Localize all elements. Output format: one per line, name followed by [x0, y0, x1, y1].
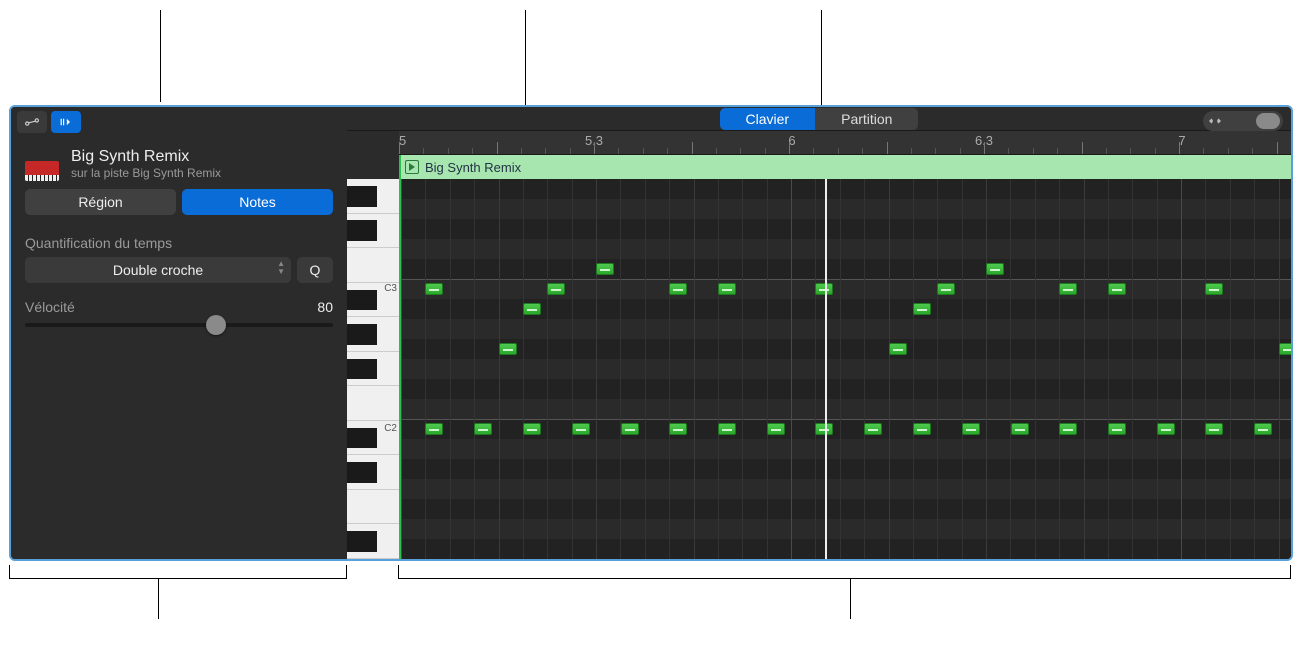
callout-bracket	[9, 565, 347, 579]
callout-line	[850, 579, 851, 619]
track-title: Big Synth Remix	[71, 148, 221, 166]
region-play-icon	[405, 160, 419, 174]
midi-note[interactable]	[986, 263, 1004, 275]
midi-note[interactable]	[669, 423, 687, 435]
midi-note[interactable]	[913, 303, 931, 315]
midi-note[interactable]	[523, 423, 541, 435]
midi-note[interactable]	[1205, 423, 1223, 435]
velocity-label: Vélocité	[25, 299, 75, 315]
instrument-icon	[25, 147, 59, 181]
inspector-tabs: Région Notes	[11, 189, 347, 215]
velocity-value: 80	[317, 299, 333, 315]
automation-toggle-button[interactable]	[17, 111, 47, 133]
octave-label: C2	[384, 423, 397, 434]
slider-thumb[interactable]	[206, 315, 226, 335]
editor-toolbar: Clavier Partition	[347, 107, 1291, 131]
midi-note[interactable]	[1157, 423, 1175, 435]
midi-note[interactable]	[1108, 283, 1126, 295]
view-keyboard[interactable]: Clavier	[720, 108, 816, 130]
octave-label: C3	[384, 283, 397, 294]
region-name: Big Synth Remix	[425, 160, 521, 175]
track-info: Big Synth Remix sur la piste Big Synth R…	[11, 137, 347, 189]
callout-bracket	[398, 565, 1291, 579]
inspector-toolbar	[11, 107, 347, 137]
midi-note[interactable]	[1059, 283, 1077, 295]
tab-region[interactable]: Région	[25, 189, 176, 215]
midi-note[interactable]	[962, 423, 980, 435]
playhead[interactable]	[825, 179, 827, 559]
zoom-thumb[interactable]	[1256, 113, 1280, 129]
piano-roll-editor: Big Synth Remix sur la piste Big Synth R…	[9, 105, 1293, 561]
midi-note[interactable]	[718, 283, 736, 295]
piano-keyboard[interactable]: C3 C2	[347, 179, 399, 559]
midi-note[interactable]	[1254, 423, 1272, 435]
midi-note[interactable]	[864, 423, 882, 435]
midi-note[interactable]	[1279, 343, 1291, 355]
callout-line	[160, 10, 161, 102]
ruler-label: 5	[399, 133, 406, 148]
midi-note[interactable]	[1011, 423, 1029, 435]
midi-note[interactable]	[889, 343, 907, 355]
midi-note[interactable]	[937, 283, 955, 295]
velocity-slider[interactable]	[25, 323, 333, 327]
track-subtitle: sur la piste Big Synth Remix	[71, 166, 221, 180]
midi-note[interactable]	[669, 283, 687, 295]
midi-note[interactable]	[913, 423, 931, 435]
note-grid[interactable]	[399, 179, 1291, 559]
midi-note[interactable]	[767, 423, 785, 435]
quantize-select[interactable]: Double croche ▲▼	[25, 257, 291, 283]
view-switcher: Clavier Partition	[720, 108, 919, 130]
time-ruler[interactable]: 55.366.37	[399, 131, 1291, 155]
midi-note[interactable]	[572, 423, 590, 435]
midi-note[interactable]	[547, 283, 565, 295]
callout-line	[158, 579, 159, 619]
quantize-value: Double croche	[113, 262, 203, 278]
midi-note[interactable]	[523, 303, 541, 315]
horizontal-zoom[interactable]	[1203, 111, 1283, 131]
midi-note[interactable]	[596, 263, 614, 275]
midi-note[interactable]	[1059, 423, 1077, 435]
region-header[interactable]: Big Synth Remix	[399, 155, 1291, 179]
midi-note[interactable]	[1108, 423, 1126, 435]
catch-playhead-button[interactable]	[51, 111, 81, 133]
inspector-panel: Big Synth Remix sur la piste Big Synth R…	[11, 107, 347, 559]
tab-notes[interactable]: Notes	[182, 189, 333, 215]
view-score[interactable]: Partition	[815, 108, 918, 130]
midi-note[interactable]	[718, 423, 736, 435]
midi-note[interactable]	[474, 423, 492, 435]
midi-note[interactable]	[621, 423, 639, 435]
editor-area: Clavier Partition 55.366.37 Big Synth Re…	[347, 107, 1291, 559]
stepper-icon: ▲▼	[277, 260, 285, 275]
quantize-button[interactable]: Q	[297, 257, 333, 283]
midi-note[interactable]	[425, 283, 443, 295]
midi-note[interactable]	[425, 423, 443, 435]
midi-note[interactable]	[499, 343, 517, 355]
midi-note[interactable]	[1205, 283, 1223, 295]
quantize-label: Quantification du temps	[25, 235, 333, 251]
